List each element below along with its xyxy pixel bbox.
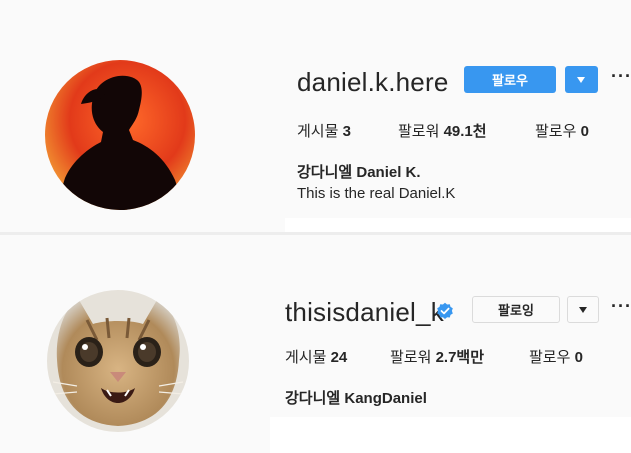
follow-button[interactable]: 팔로우 bbox=[464, 66, 556, 93]
more-options-icon[interactable]: ··· bbox=[611, 66, 631, 87]
avatar[interactable] bbox=[47, 290, 189, 432]
caret-down-icon bbox=[577, 77, 585, 83]
followers-count[interactable]: 팔로워 2.7백만 bbox=[390, 346, 484, 367]
posts-count: 게시물 24 bbox=[285, 349, 348, 366]
following-count[interactable]: 팔로우 0 bbox=[529, 346, 583, 367]
content-area bbox=[270, 417, 631, 453]
followers-count[interactable]: 팔로워 49.1천 bbox=[398, 120, 487, 141]
profile-header-1: daniel.k.here 팔로우 ··· 게시물 3 팔로워 49.1천 팔로… bbox=[0, 0, 631, 232]
username: daniel.k.here bbox=[297, 67, 449, 97]
suggestions-dropdown-button[interactable] bbox=[565, 66, 598, 93]
full-name: 강다니엘 Daniel K. bbox=[297, 164, 421, 181]
posts-count: 게시물 3 bbox=[297, 123, 351, 140]
silhouette-photo bbox=[45, 60, 195, 210]
content-area bbox=[285, 218, 631, 232]
avatar[interactable] bbox=[45, 60, 195, 210]
caret-down-icon bbox=[579, 307, 587, 313]
cat-photo bbox=[47, 290, 189, 432]
username: thisisdaniel_k bbox=[285, 297, 444, 327]
profile-header-2: thisisdaniel_k 팔로잉 ··· 게시물 24 팔로워 2.7백만 … bbox=[0, 235, 631, 453]
more-options-icon[interactable]: ··· bbox=[611, 296, 631, 317]
verified-badge-icon bbox=[437, 302, 453, 319]
following-button[interactable]: 팔로잉 bbox=[472, 296, 560, 323]
bio-text: This is the real Daniel.K bbox=[297, 185, 456, 202]
suggestions-dropdown-button[interactable] bbox=[567, 296, 599, 323]
following-count[interactable]: 팔로우 0 bbox=[535, 120, 589, 141]
full-name: 강다니엘 KangDaniel bbox=[285, 390, 427, 407]
